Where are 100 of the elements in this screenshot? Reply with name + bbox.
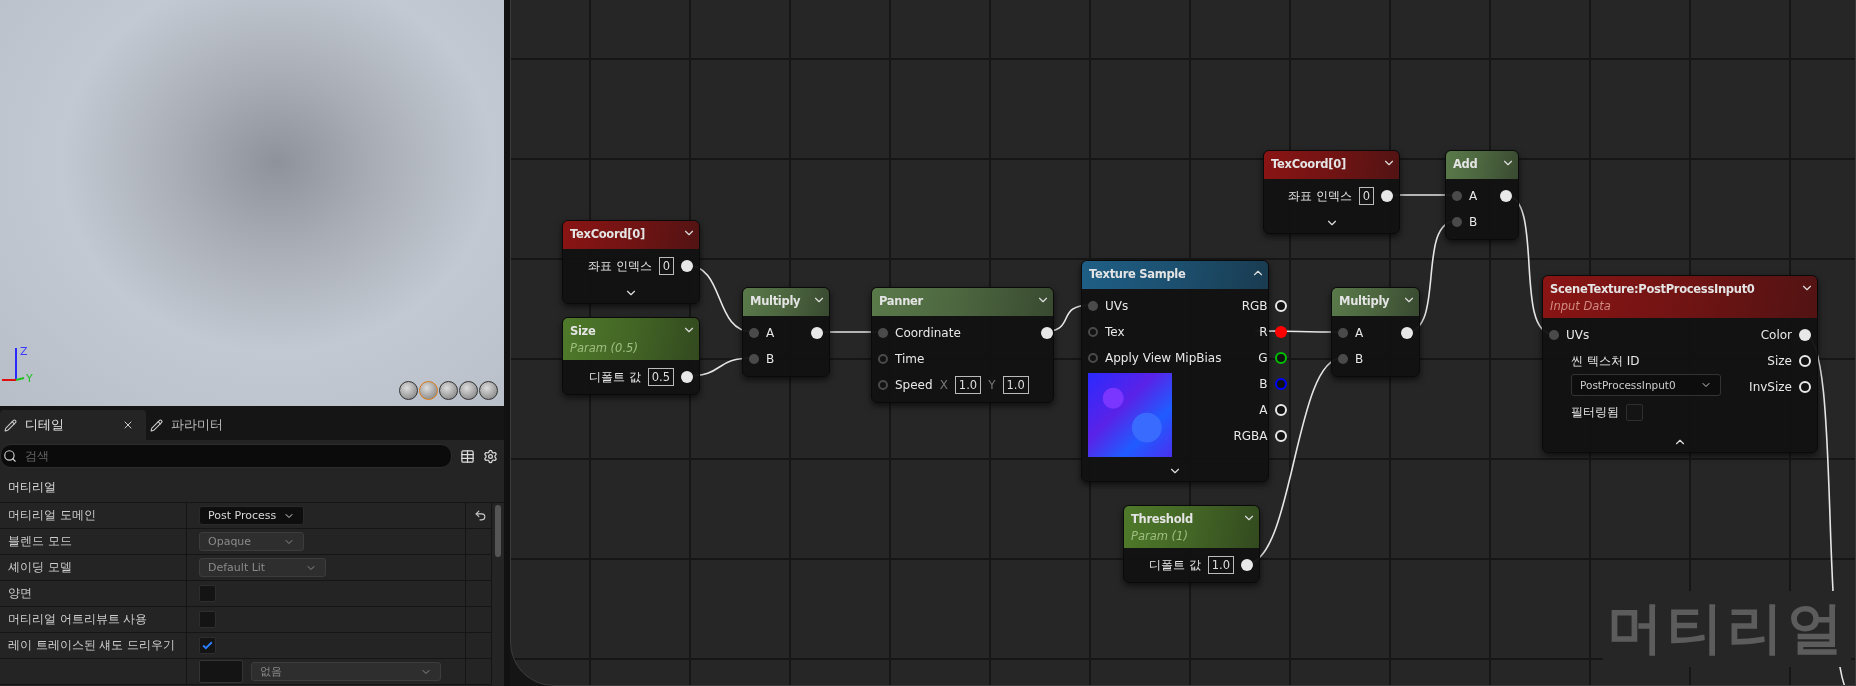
node-title: TexCoord[0]	[570, 226, 645, 243]
input-pin[interactable]	[1549, 330, 1559, 340]
property-label: 씬 텍스처 ID	[1571, 352, 1640, 370]
property-label: 머티리얼 어트리뷰트 사용	[8, 612, 148, 627]
value-field[interactable]: 1.0	[954, 376, 982, 394]
check-icon	[201, 639, 214, 652]
input-pin[interactable]	[1088, 353, 1098, 363]
panel-tab[interactable]: 디테일	[0, 410, 146, 440]
graph-node[interactable]: Multiply A B	[742, 287, 830, 377]
property-label: 필터링됨	[1571, 403, 1619, 421]
dropdown[interactable]: Post Process	[199, 506, 304, 525]
node-subtitle: Param (1)	[1131, 529, 1189, 543]
output-pin[interactable]	[811, 327, 823, 339]
search-input[interactable]: 검색	[23, 448, 443, 464]
input-pin[interactable]	[878, 380, 888, 390]
pin-label: A	[1259, 403, 1268, 417]
table-icon[interactable]	[460, 448, 475, 464]
axis-label: Y	[988, 378, 996, 392]
output-pin[interactable]	[1040, 327, 1053, 339]
pin-label: Coordinate	[895, 326, 961, 340]
output-pin[interactable]	[681, 260, 693, 272]
node-title: Size	[570, 323, 596, 340]
pin-label: B	[1259, 377, 1268, 391]
dropdown[interactable]: 없음	[251, 662, 441, 681]
pin-label: Time	[895, 352, 925, 366]
value-field[interactable]: 0	[1358, 187, 1374, 205]
input-pin[interactable]	[1088, 327, 1098, 337]
value-field[interactable]: 0	[658, 257, 674, 275]
checkbox[interactable]	[1626, 403, 1643, 421]
input-pin[interactable]	[1338, 354, 1348, 364]
graph-node[interactable]: TexCoord[0] 좌표 인덱스 0	[1263, 150, 1400, 234]
property-label: 머티리얼 도메인	[8, 508, 96, 523]
pin-label: R	[1259, 325, 1268, 339]
section-header[interactable]: 머티리얼	[0, 472, 504, 503]
input-pin[interactable]	[878, 328, 888, 338]
pin-label: G	[1258, 351, 1268, 365]
pin-label: 좌표 인덱스	[587, 257, 652, 275]
dropdown[interactable]: PostProcessInput0	[1571, 374, 1721, 396]
graph-node[interactable]: Panner Coordinate Time Speed X 1.0 Y 1.0	[871, 287, 1054, 403]
node-subtitle: Input Data	[1550, 299, 1612, 313]
axis-label: X	[939, 378, 948, 392]
graph-node[interactable]: Threshold Param (1) 디폴트 값 1.0	[1123, 505, 1260, 583]
pin-label: B	[1469, 215, 1478, 229]
output-pin[interactable]	[1274, 352, 1287, 364]
graph-node[interactable]: Size Param (0.5) 디폴트 값 0.5	[562, 317, 700, 395]
input-pin[interactable]	[1452, 191, 1462, 201]
output-pin[interactable]	[1401, 327, 1413, 339]
pin-label: UVs	[1566, 328, 1590, 342]
output-pin[interactable]	[681, 371, 693, 383]
node-title: Texture Sample	[1089, 266, 1186, 283]
pin-label: A	[766, 326, 775, 340]
viewport-render[interactable]: Z Y	[0, 0, 504, 406]
checkbox[interactable]	[199, 611, 216, 628]
graph-node[interactable]: Multiply A B	[1331, 287, 1420, 377]
panel-tab[interactable]: 파라미터	[146, 410, 235, 440]
pin-label: 좌표 인덱스	[1287, 187, 1352, 205]
node-title: Multiply	[750, 293, 801, 310]
pin-label: Tex	[1105, 325, 1125, 339]
pin-label: A	[1469, 189, 1478, 203]
node-title: Panner	[879, 293, 923, 310]
settings-icon[interactable]	[483, 448, 498, 464]
property-label: 양면	[8, 586, 32, 601]
pin-label: 디폴트 값	[1148, 556, 1201, 574]
value-field[interactable]: 1.0	[1207, 556, 1234, 574]
pin-label: Color	[1760, 328, 1792, 342]
checkbox[interactable]	[199, 585, 216, 602]
scrollbar[interactable]	[495, 505, 501, 557]
input-pin[interactable]	[749, 328, 759, 338]
graph-node[interactable]: SceneTexture:PostProcessInput0 Input Data UVs 씬 텍스처 ID PostProcessInput0 필터링됨 Color Size InvSize	[1542, 275, 1818, 453]
pin-label: B	[1355, 352, 1364, 366]
output-pin[interactable]	[1799, 329, 1811, 341]
pin-label: Apply View MipBias	[1105, 351, 1222, 365]
pin-label: Speed	[895, 378, 933, 392]
input-pin[interactable]	[1088, 301, 1098, 311]
pin-label: Size	[1767, 354, 1792, 368]
property-label: 블렌드 모드	[8, 534, 72, 549]
input-pin[interactable]	[1338, 328, 1348, 338]
value-field[interactable]: 0.5	[647, 368, 674, 386]
output-pin[interactable]	[1241, 559, 1253, 571]
node-subtitle: Param (0.5)	[570, 341, 639, 355]
input-pin[interactable]	[1452, 217, 1462, 227]
search-icon	[3, 449, 17, 463]
value-field[interactable]: 1.0	[1002, 376, 1029, 394]
node-title: Add	[1453, 156, 1478, 173]
graph-node[interactable]: TexCoord[0] 좌표 인덱스 0	[562, 220, 700, 304]
output-pin[interactable]	[1381, 190, 1393, 202]
pin-label: 디폴트 값	[588, 368, 641, 386]
close-icon[interactable]	[122, 419, 134, 431]
checkbox[interactable]	[199, 637, 216, 654]
input-pin[interactable]	[749, 354, 759, 364]
pencil-icon	[4, 418, 17, 432]
node-title: Multiply	[1339, 293, 1390, 310]
input-pin[interactable]	[878, 354, 888, 364]
search-field[interactable]: 검색	[0, 444, 452, 468]
reset-icon[interactable]	[474, 509, 487, 522]
output-pin[interactable]	[1500, 190, 1512, 202]
pin-label: InvSize	[1749, 380, 1792, 394]
texture-thumbnail[interactable]	[199, 660, 243, 683]
property-label: 레이 트레이스된 섀도 드리우기	[8, 638, 175, 653]
graph-node[interactable]: Add A B	[1445, 150, 1519, 240]
